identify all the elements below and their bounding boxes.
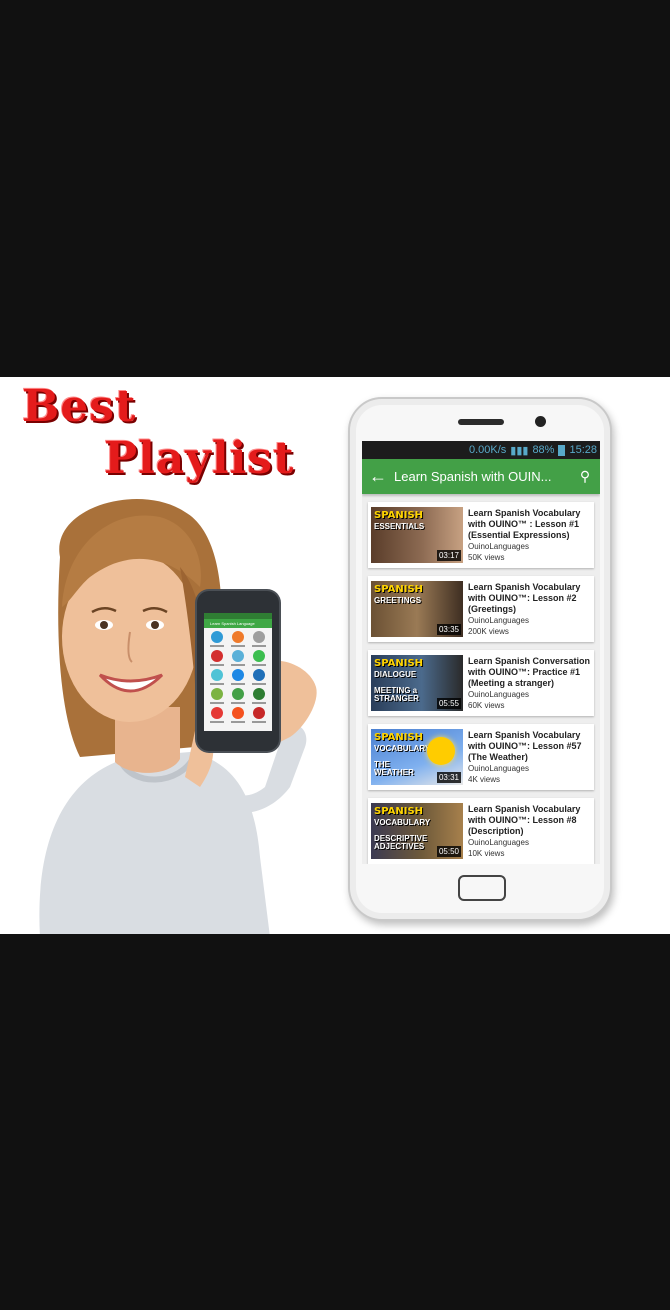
small-phone-icon-grid <box>204 628 272 726</box>
video-card[interactable]: SPANISH ESSENTIALS 03:17 Learn Spanish V… <box>368 502 594 568</box>
video-title[interactable]: Learn Spanish Vocabulary with OUINO™ : L… <box>468 508 591 541</box>
back-arrow-icon[interactable]: ← <box>362 466 394 487</box>
video-thumbnail[interactable]: SPANISH DIALOGUE MEETING a STRANGER 05:5… <box>371 655 463 711</box>
video-views: 200K views <box>468 626 509 636</box>
promo-banner: Best Playlist Learn Spanish Language 0.0… <box>0 377 670 934</box>
phone-screen: 0.00K/s ▮▮▮ 88% 15:28 ← Learn Spanish wi… <box>362 441 600 864</box>
video-thumbnail[interactable]: SPANISH ESSENTIALS 03:17 <box>371 507 463 563</box>
phone-camera <box>535 416 546 427</box>
video-views: 60K views <box>468 700 505 710</box>
video-title[interactable]: Learn Spanish Vocabulary with OUINO™: Le… <box>468 804 591 837</box>
video-thumbnail[interactable]: SPANISH GREETINGS 03:35 <box>371 581 463 637</box>
video-duration: 03:35 <box>436 624 461 635</box>
video-title[interactable]: Learn Spanish Conversation with OUINO™: … <box>468 656 591 689</box>
status-bar: 0.00K/s ▮▮▮ 88% 15:28 <box>362 441 600 459</box>
video-channel: OuinoLanguages <box>468 541 529 551</box>
video-views: 10K views <box>468 848 505 858</box>
video-title[interactable]: Learn Spanish Vocabulary with OUINO™: Le… <box>468 730 591 763</box>
home-button[interactable] <box>458 875 506 901</box>
video-channel: OuinoLanguages <box>468 615 529 625</box>
video-card[interactable]: SPANISH VOCABULARY THE WEATHER 03:31 Lea… <box>368 724 594 790</box>
video-title[interactable]: Learn Spanish Vocabulary with OUINO™: Le… <box>468 582 591 615</box>
video-views: 4K views <box>468 774 501 784</box>
video-list: SPANISH ESSENTIALS 03:17 Learn Spanish V… <box>362 494 600 864</box>
network-speed: 0.00K/s <box>468 444 507 456</box>
video-channel: OuinoLanguages <box>468 689 529 699</box>
video-card[interactable]: SPANISH VOCABULARY DESCRIPTIVE ADJECTIVE… <box>368 798 594 864</box>
woman-photo <box>39 499 317 934</box>
video-channel: OuinoLanguages <box>468 837 529 847</box>
promo-title-line1: Best <box>22 381 137 432</box>
battery-percent: 88% <box>532 444 555 456</box>
app-bar-title: Learn Spanish with OUIN... <box>394 469 552 484</box>
video-card[interactable]: SPANISH DIALOGUE MEETING a STRANGER 05:5… <box>368 650 594 716</box>
clock: 15:28 <box>569 444 597 456</box>
video-duration: 05:50 <box>436 846 461 857</box>
video-card[interactable]: SPANISH GREETINGS 03:35 Learn Spanish Vo… <box>368 576 594 642</box>
small-phone-app-title: Learn Spanish Language <box>204 619 272 628</box>
video-duration: 05:55 <box>436 698 461 709</box>
search-icon[interactable]: ⚲ <box>570 468 600 485</box>
small-phone: Learn Spanish Language <box>197 591 279 751</box>
video-duration: 03:17 <box>436 550 461 561</box>
phone-mockup: 0.00K/s ▮▮▮ 88% 15:28 ← Learn Spanish wi… <box>348 397 612 921</box>
app-bar: ← Learn Spanish with OUIN... ⚲ <box>362 459 600 494</box>
video-channel: OuinoLanguages <box>468 763 529 773</box>
sun-icon <box>427 737 455 765</box>
small-phone-screen: Learn Spanish Language <box>204 613 272 731</box>
signal-icon: ▮▮▮ <box>510 444 529 457</box>
video-views: 50K views <box>468 552 505 562</box>
phone-speaker <box>458 419 504 425</box>
video-thumbnail[interactable]: SPANISH VOCABULARY DESCRIPTIVE ADJECTIVE… <box>371 803 463 859</box>
video-thumbnail[interactable]: SPANISH VOCABULARY THE WEATHER 03:31 <box>371 729 463 785</box>
promo-title-line2: Playlist <box>104 433 295 484</box>
battery-icon <box>558 444 566 456</box>
video-duration: 03:31 <box>436 772 461 783</box>
